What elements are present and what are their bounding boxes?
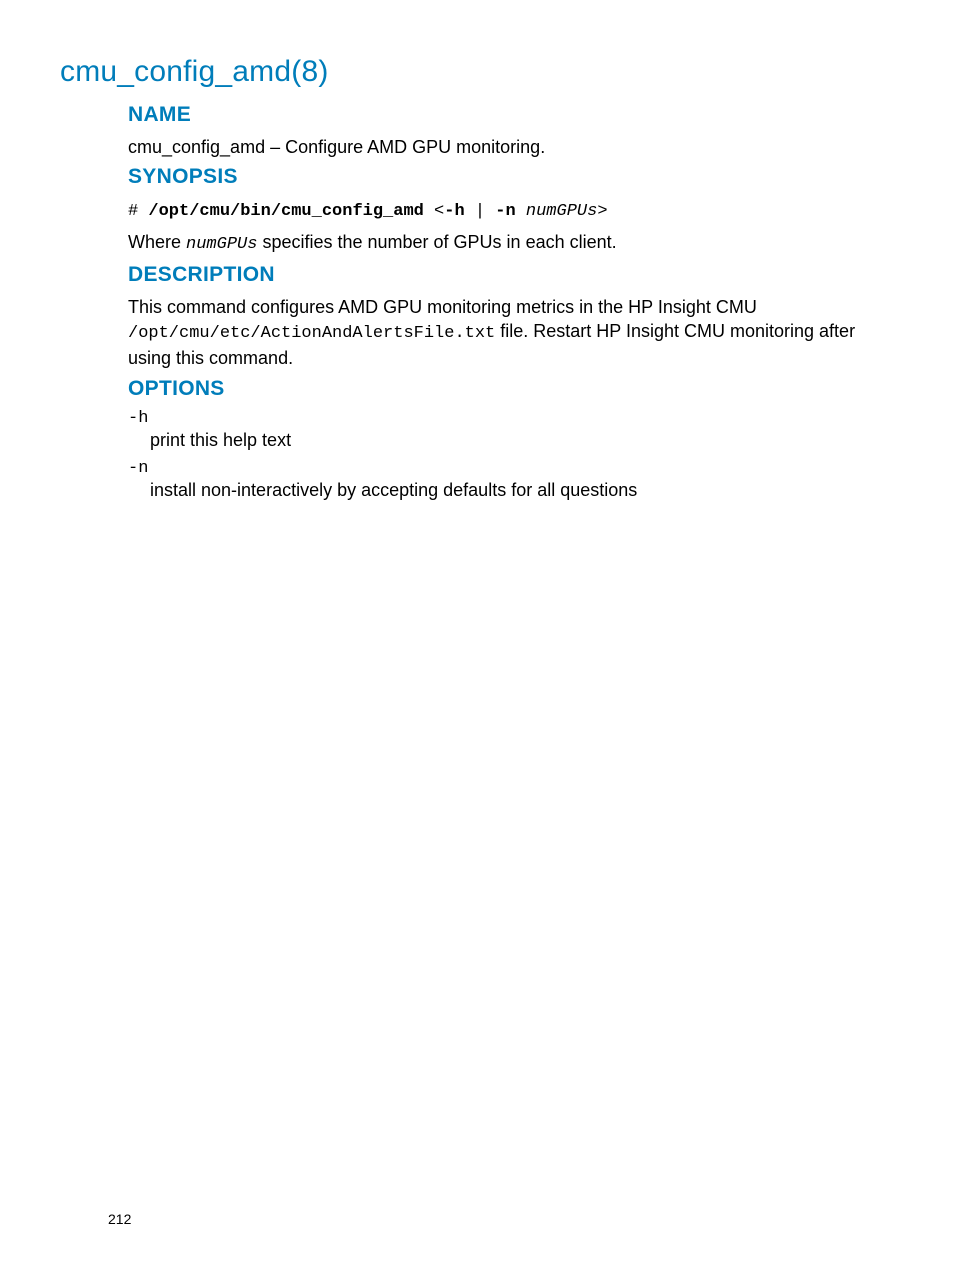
section-synopsis: SYNOPSIS # /opt/cmu/bin/cmu_config_amd <… <box>128 165 894 257</box>
heading-options: OPTIONS <box>128 377 894 401</box>
desc-path: /opt/cmu/etc/ActionAndAlertsFile.txt <box>128 324 495 343</box>
section-name: NAME cmu_config_amd – Configure AMD GPU … <box>128 103 894 159</box>
heading-description: DESCRIPTION <box>128 263 894 287</box>
space <box>516 202 526 221</box>
description-text: This command configures AMD GPU monitori… <box>128 295 894 371</box>
section-description: DESCRIPTION This command configures AMD … <box>128 263 894 371</box>
heading-name: NAME <box>128 103 894 127</box>
flag-n: -n <box>495 202 515 221</box>
arg-numgpus: numGPUs <box>526 202 597 221</box>
page-number: 212 <box>108 1211 131 1227</box>
option-flag: -h <box>128 409 894 428</box>
command-path: /opt/cmu/bin/cmu_config_amd <box>148 202 423 221</box>
page-title: cmu_config_amd(8) <box>60 55 894 89</box>
angle-open: < <box>424 202 444 221</box>
option-flag: -n <box>128 459 894 478</box>
man-page: cmu_config_amd(8) NAME cmu_config_amd – … <box>0 0 954 1271</box>
prompt-hash: # <box>128 202 148 221</box>
synopsis-command-line: # /opt/cmu/bin/cmu_config_amd <-h | -n n… <box>128 197 894 224</box>
section-options: OPTIONS -h print this help text -n insta… <box>128 377 894 501</box>
name-text: cmu_config_amd – Configure AMD GPU monit… <box>128 135 894 159</box>
option-desc: install non-interactively by accepting d… <box>150 480 894 501</box>
option-desc: print this help text <box>150 430 894 451</box>
angle-close: > <box>597 202 607 221</box>
flag-h: -h <box>444 202 464 221</box>
where-pre: Where <box>128 232 186 252</box>
pipe-sep: | <box>465 202 496 221</box>
desc-pre: This command configures AMD GPU monitori… <box>128 297 757 317</box>
where-post: specifies the number of GPUs in each cli… <box>257 232 616 252</box>
heading-synopsis: SYNOPSIS <box>128 165 894 189</box>
where-var: numGPUs <box>186 235 257 254</box>
synopsis-where: Where numGPUs specifies the number of GP… <box>128 230 894 257</box>
